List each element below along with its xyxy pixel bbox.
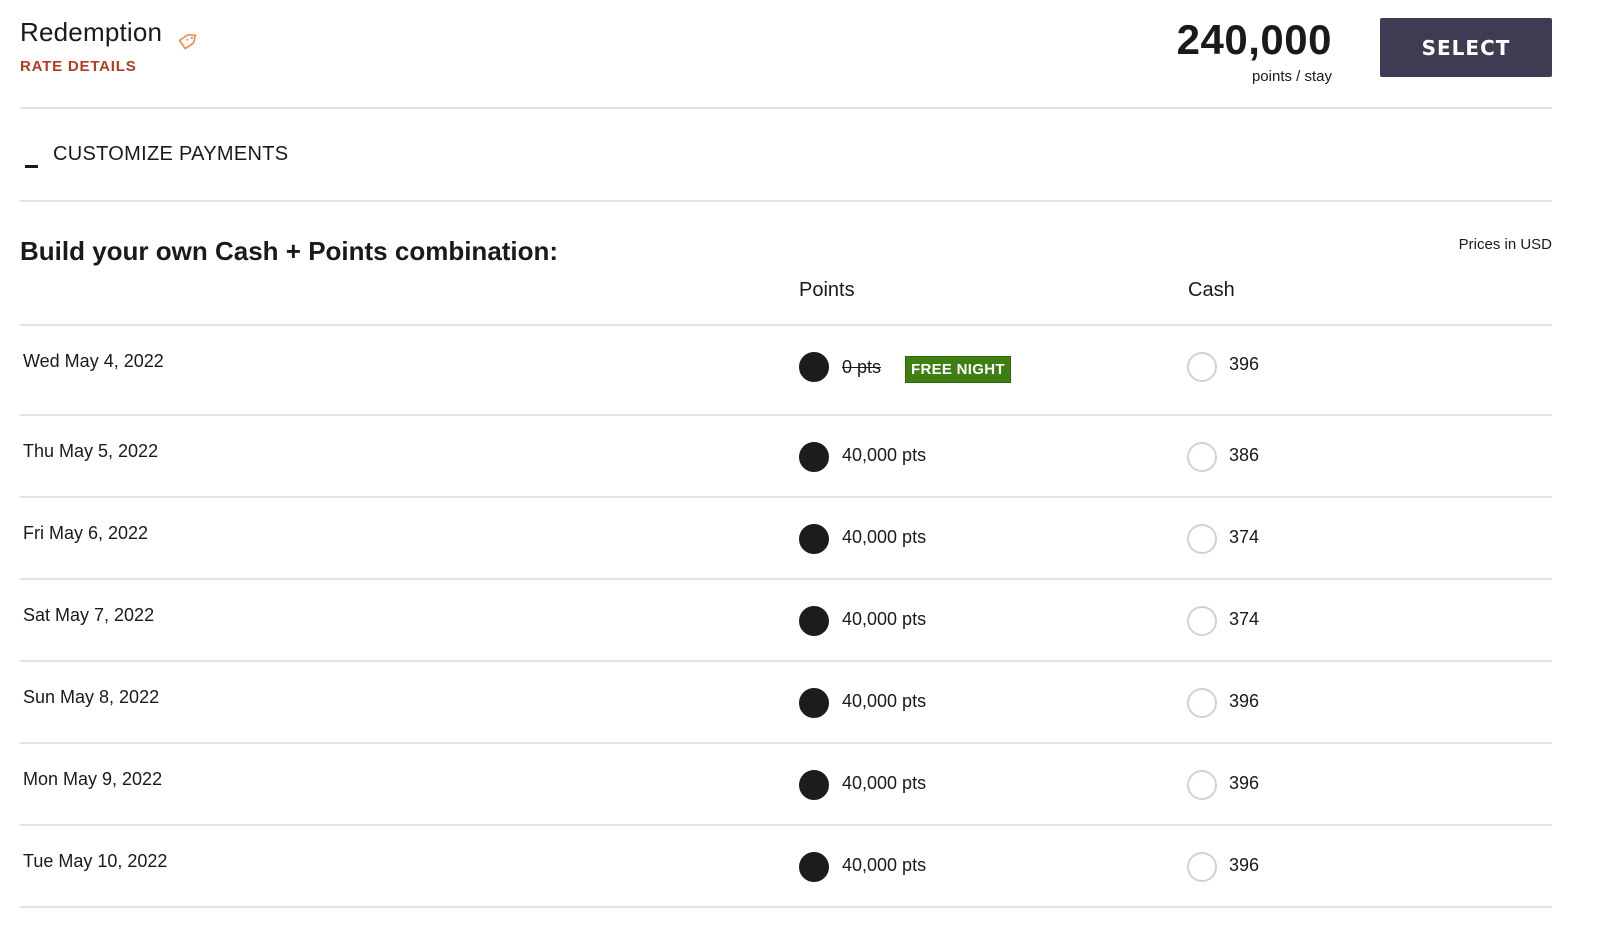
- night-row: Thu May 5, 2022 40,000 pts 386: [20, 416, 1552, 498]
- night-row: Mon May 9, 2022 40,000 pts 396: [20, 744, 1552, 826]
- night-cash: 386: [1229, 445, 1260, 465]
- night-date: Thu May 5, 2022: [23, 441, 159, 461]
- free-night-badge: FREE NIGHT: [905, 356, 1011, 383]
- night-cash: 396: [1229, 773, 1260, 793]
- customize-payments-label: CUSTOMIZE PAYMENTS: [53, 143, 289, 165]
- customize-payments-toggle[interactable]: CUSTOMIZE PAYMENTS: [20, 109, 1552, 202]
- night-cash: 396: [1229, 855, 1260, 875]
- rate-card: Redemption * RATE DETAILS 240,000 points…: [20, 0, 1552, 908]
- night-cash: 396: [1229, 691, 1260, 711]
- night-points: 40,000 pts: [842, 773, 927, 793]
- build-title: Build your own Cash + Points combination…: [20, 236, 559, 266]
- night-row: Sat May 7, 2022 40,000 pts 374: [20, 580, 1552, 662]
- build-section-header: Build your own Cash + Points combination…: [20, 202, 1552, 326]
- tag-icon: *: [178, 33, 197, 50]
- points-radio[interactable]: [799, 352, 829, 382]
- rate-header: Redemption * RATE DETAILS 240,000 points…: [20, 0, 1552, 109]
- night-row: Wed May 4, 2022 0 pts FREE NIGHT 396: [20, 326, 1552, 416]
- cash-radio[interactable]: [1187, 688, 1217, 718]
- cash-radio[interactable]: [1187, 852, 1217, 882]
- night-row: Fri May 6, 2022 40,000 pts 374: [20, 498, 1552, 580]
- night-cash: 374: [1229, 527, 1260, 547]
- rate-name: Redemption: [20, 17, 163, 47]
- night-date: Wed May 4, 2022: [23, 351, 164, 371]
- cash-radio[interactable]: [1187, 442, 1217, 472]
- night-points: 40,000 pts: [842, 691, 927, 711]
- points-unit: points / stay: [1251, 68, 1332, 85]
- night-date: Sun May 8, 2022: [23, 687, 160, 707]
- night-cash: 396: [1229, 354, 1260, 374]
- column-header-points: Points: [799, 279, 855, 301]
- night-date: Mon May 9, 2022: [23, 769, 163, 789]
- night-row: Sun May 8, 2022 40,000 pts 396: [20, 662, 1552, 744]
- night-points: 40,000 pts: [842, 609, 927, 629]
- cash-radio[interactable]: [1187, 770, 1217, 800]
- points-radio[interactable]: [799, 688, 829, 718]
- night-points: 40,000 pts: [842, 855, 927, 875]
- cash-radio[interactable]: [1187, 606, 1217, 636]
- night-points: 0 pts: [842, 357, 882, 377]
- night-date: Tue May 10, 2022: [23, 851, 168, 871]
- night-date: Fri May 6, 2022: [23, 523, 149, 543]
- night-cash: 374: [1229, 609, 1260, 629]
- prices-note: Prices in USD: [1458, 236, 1552, 253]
- night-date: Sat May 7, 2022: [23, 605, 155, 625]
- points-radio[interactable]: [799, 524, 829, 554]
- points-radio[interactable]: [799, 442, 829, 472]
- points-total: 240,000: [1176, 16, 1332, 63]
- column-header-cash: Cash: [1188, 279, 1235, 301]
- night-points: 40,000 pts: [842, 445, 927, 465]
- night-row: Tue May 10, 2022 40,000 pts 396: [20, 826, 1552, 908]
- points-radio[interactable]: [799, 770, 829, 800]
- points-radio[interactable]: [799, 852, 829, 882]
- cash-radio[interactable]: [1187, 352, 1217, 382]
- minus-icon: [25, 165, 38, 168]
- night-points: 40,000 pts: [842, 527, 927, 547]
- rate-details-link[interactable]: RATE DETAILS: [20, 58, 137, 75]
- points-radio[interactable]: [799, 606, 829, 636]
- cash-radio[interactable]: [1187, 524, 1217, 554]
- select-button[interactable]: SELECT: [1380, 18, 1552, 77]
